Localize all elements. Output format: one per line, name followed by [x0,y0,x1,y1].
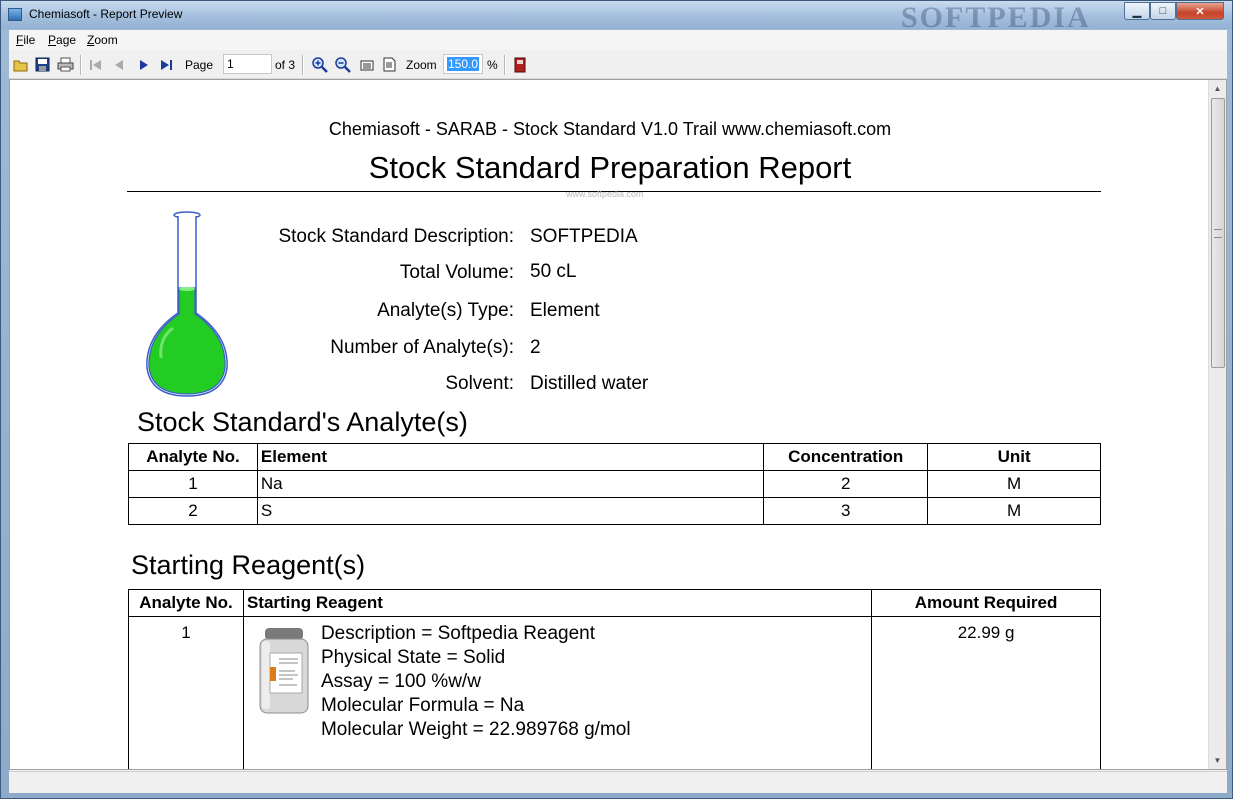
analytes-section-title: Stock Standard's Analyte(s) [137,407,468,437]
column-header: Unit [927,443,1101,471]
column-header: Amount Required [871,589,1101,617]
table-cell: 3 [763,497,929,525]
report-subtitle: Chemiasoft - SARAB - Stock Standard V1.0… [328,119,892,139]
total-volume-label: Total Volume: [399,262,514,283]
minimize-button[interactable]: ▁ [1124,2,1150,20]
analyte-type-value: Element [530,300,600,321]
table-cell: 1 [128,616,244,769]
report-viewer[interactable]: Chemiasoft - SARAB - Stock Standard V1.0… [9,79,1227,770]
next-page-icon[interactable] [135,56,152,73]
total-volume-value: 50 cL [530,261,577,282]
column-header: Starting Reagent [242,589,873,617]
description-label: Stock Standard Description: [278,226,514,247]
report-page: Chemiasoft - SARAB - Stock Standard V1.0… [10,80,1208,769]
menu-zoom[interactable]: Zoom [87,33,118,47]
table-row: 1 Na 2 M [128,470,1101,498]
scrollbar-thumb[interactable] [1211,98,1225,368]
title-bar[interactable]: Chemiasoft - Report Preview SOFTPEDIA ▁ … [1,1,1232,34]
toolbar-separator [302,55,304,75]
analytes-table: Analyte No. Element Concentration Unit 1… [128,443,1101,525]
solvent-label: Solvent: [445,373,514,394]
zoom-label: Zoom [406,58,437,72]
column-header: Element [256,443,765,471]
table-cell: Na [256,470,765,498]
report-title: Stock Standard Preparation Report [368,150,852,185]
table-header-row: Analyte No. Element Concentration Unit [128,443,1101,471]
zoom-in-icon[interactable] [311,56,328,73]
reagent-physical-state: Physical State = Solid [320,647,506,668]
reagent-description: Description = Softpedia Reagent [320,623,596,644]
vertical-scrollbar[interactable]: ▲ ▼ [1208,80,1226,769]
reagent-molecular-weight: Molecular Weight = 22.989768 g/mol [320,719,631,740]
scroll-down-arrow-icon[interactable]: ▼ [1209,752,1226,769]
toolbar-separator [80,55,82,75]
table-row: 1 Description = Softpedia Reagent Physic… [128,616,1101,769]
table-cell: 1 [128,470,258,498]
column-header: Analyte No. [128,589,244,617]
window-title: Chemiasoft - Report Preview [29,7,183,21]
fit-width-icon[interactable] [358,56,375,73]
table-cell: 2 [128,497,258,525]
reagent-jar-icon [259,628,309,714]
print-icon[interactable] [57,56,74,73]
table-cell: M [927,497,1101,525]
close-button[interactable]: ✕ [1176,2,1224,20]
page-count: of 3 [275,58,296,72]
analyte-count-label: Number of Analyte(s): [330,337,514,358]
analyte-count-value: 2 [530,337,541,358]
app-window: Chemiasoft - Report Preview SOFTPEDIA ▁ … [0,0,1233,799]
table-cell: M [927,470,1101,498]
prev-page-icon[interactable] [110,56,127,73]
maximize-button[interactable]: □ [1150,2,1176,20]
zoom-value: 150.0 [447,57,480,71]
first-page-icon[interactable] [87,56,104,73]
solvent-value: Distilled water [530,373,649,394]
client-area: File Page Zoom Page 1 of 3 Zoom 150.0 % … [9,30,1227,793]
zoom-unit: % [487,58,498,72]
scrollbar-grip [1214,229,1222,238]
table-cell: S [256,497,765,525]
table-header-row: Analyte No. Starting Reagent Amount Requ… [128,589,1101,617]
reagent-details: Description = Softpedia Reagent Physical… [321,622,631,742]
fit-page-icon[interactable] [381,56,398,73]
last-page-icon[interactable] [157,56,174,73]
reagent-formula: Molecular Formula = Na [320,695,525,716]
description-value: SOFTPEDIA [530,226,638,247]
zoom-out-icon[interactable] [334,56,351,73]
table-cell: 2 [763,470,929,498]
reagents-section-title: Starting Reagent(s) [131,550,366,580]
menu-file[interactable]: File [16,33,35,47]
toolbar: Page 1 of 3 Zoom 150.0 % [9,51,1227,79]
page-label: Page [185,58,214,72]
save-icon[interactable] [34,56,51,73]
open-icon[interactable] [12,56,29,73]
menu-bar: File Page Zoom [9,30,1227,50]
table-cell: 22.99 g [871,616,1101,769]
status-bar [9,771,1227,793]
reagent-cell: Description = Softpedia Reagent Physical… [242,616,873,769]
app-icon [8,8,22,21]
menu-page[interactable]: Page [48,33,76,47]
table-row: 2 S 3 M [128,497,1101,525]
analyte-type-label: Analyte(s) Type: [377,300,514,321]
reagents-table: Analyte No. Starting Reagent Amount Requ… [128,589,1101,769]
toolbar-separator [504,55,506,75]
zoom-input[interactable]: 150.0 [443,54,483,74]
column-header: Analyte No. [128,443,258,471]
reagent-assay: Assay = 100 %w/w [320,671,481,692]
softpedia-watermark-small: www.softpedia.com [566,189,644,199]
exit-icon[interactable] [511,56,528,73]
scroll-up-arrow-icon[interactable]: ▲ [1209,80,1226,97]
column-header: Concentration [763,443,929,471]
page-number-input[interactable]: 1 [223,54,272,74]
